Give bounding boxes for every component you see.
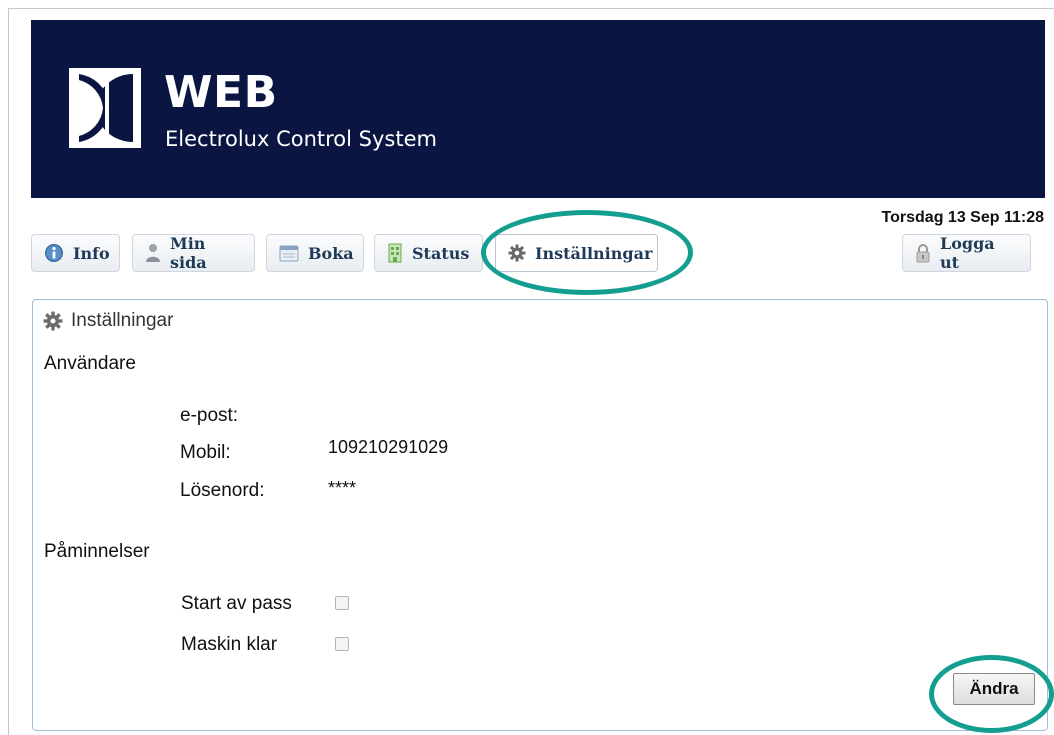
tab-info-label: Info: [73, 243, 110, 263]
maskin-klar-label: Maskin klar: [181, 634, 278, 655]
gear-icon: [43, 311, 63, 331]
tab-installningar[interactable]: Inställningar: [495, 234, 658, 272]
mobile-value: 109210291029: [328, 437, 449, 457]
tab-boka[interactable]: Boka: [266, 234, 364, 272]
start-av-pass-label: Start av pass: [181, 593, 292, 614]
section-title-user: Användare: [44, 353, 136, 374]
tab-boka-label: Boka: [308, 243, 354, 263]
building-icon: [388, 243, 402, 263]
tab-status-label: Status: [412, 243, 470, 263]
panel-title: Inställningar: [71, 310, 174, 331]
email-label: e-post:: [180, 405, 239, 426]
panel-header: Inställningar: [43, 310, 173, 332]
logout-button[interactable]: Logga ut: [902, 234, 1031, 272]
edit-button[interactable]: Ändra: [953, 673, 1035, 705]
brand-title: WEB: [164, 67, 278, 118]
password-label: Lösenord:: [180, 480, 265, 501]
header-banner: WEB Electrolux Control System: [31, 20, 1045, 198]
start-av-pass-checkbox[interactable]: [335, 596, 349, 610]
tab-info[interactable]: Info: [31, 234, 120, 272]
person-icon: [146, 244, 160, 262]
settings-panel: Inställningar Användare e-post: Mobil: 1…: [32, 299, 1048, 731]
logout-label: Logga ut: [940, 234, 995, 272]
calendar-icon: [279, 245, 299, 262]
lock-icon: [916, 244, 930, 263]
tab-installningar-label: Inställningar: [535, 243, 653, 263]
tab-min-sida[interactable]: Min sida: [132, 234, 255, 272]
gear-icon: [508, 244, 526, 262]
info-icon: [45, 244, 63, 262]
section-title-reminders: Påminnelser: [44, 541, 150, 562]
electrolux-logo-icon: [69, 68, 141, 148]
maskin-klar-checkbox[interactable]: [335, 637, 349, 651]
current-datetime: Torsdag 13 Sep 11:28: [881, 209, 1044, 226]
mobile-label: Mobil:: [180, 442, 231, 463]
tab-status[interactable]: Status: [374, 234, 483, 272]
tab-min-sida-label: Min sida: [170, 234, 207, 272]
password-value: ****: [328, 478, 357, 498]
brand-subtitle: Electrolux Control System: [165, 127, 437, 151]
